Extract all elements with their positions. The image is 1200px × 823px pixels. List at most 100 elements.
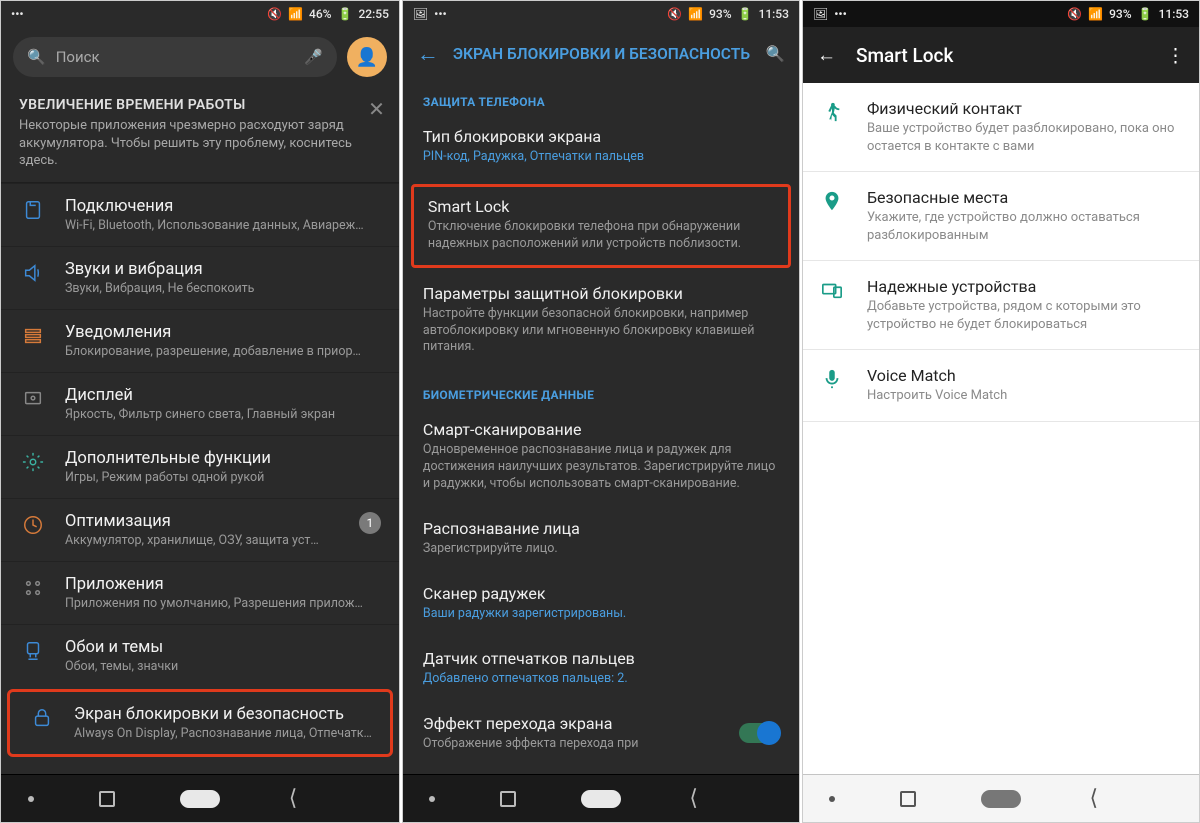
avatar[interactable]: 👤: [347, 37, 387, 77]
nav-recent-button[interactable]: [488, 789, 528, 809]
settings-row-sounds[interactable]: Звуки и вибрацияЗвуки, Вибрация, Не бесп…: [1, 246, 399, 309]
nav-recent-button[interactable]: [888, 789, 928, 809]
walk-icon: [821, 101, 845, 128]
screen-header: ← ЭКРАН БЛОКИРОВКИ И БЕЗОПАСНОСТЬ 🔍: [403, 27, 799, 77]
connections-icon: [19, 199, 47, 221]
header-title: Smart Lock: [856, 44, 1146, 67]
badge: 1: [359, 512, 381, 534]
themes-icon: [19, 640, 47, 662]
settings-row-connections[interactable]: ПодключенияWi-Fi, Bluetooth, Использован…: [1, 183, 399, 246]
nav-bar: ⟨: [403, 774, 799, 822]
battery-tip-card[interactable]: УВЕЛИЧЕНИЕ ВРЕМЕНИ РАБОТЫ Некоторые прил…: [1, 87, 399, 183]
battery-text: 93%: [1109, 7, 1131, 21]
notifications-icon: [19, 325, 47, 347]
clock: 22:55: [358, 7, 388, 21]
back-arrow-icon[interactable]: ←: [417, 41, 439, 67]
battery-icon: 🔋: [738, 7, 753, 21]
item-transition-effect[interactable]: Эффект перехода экрана Отображение эффек…: [403, 702, 799, 767]
security-list: ЗАЩИТА ТЕЛЕФОНА Тип блокировки экрана PI…: [403, 77, 799, 774]
header-title: ЭКРАН БЛОКИРОВКИ И БЕЗОПАСНОСТЬ: [453, 45, 752, 63]
nav-dot-icon: [28, 796, 34, 802]
mic-icon: [821, 368, 845, 395]
search-input[interactable]: 🔍 Поиск 🎤: [13, 37, 337, 77]
settings-list: ПодключенияWi-Fi, Bluetooth, Использован…: [1, 183, 399, 774]
more-icon: •••: [834, 7, 847, 21]
search-icon[interactable]: 🔍: [766, 45, 785, 63]
wifi-icon: 📶: [1088, 7, 1103, 21]
apps-icon: [19, 577, 47, 599]
item-smart-scan[interactable]: Смарт-сканирование Одновременное распозн…: [403, 408, 799, 507]
toggle-switch[interactable]: [739, 723, 779, 743]
devices-icon: [821, 279, 845, 306]
nav-back-button[interactable]: ⟨: [674, 789, 714, 809]
screen-header: ← Smart Lock ⋮: [803, 27, 1199, 83]
nav-dot-icon: [429, 796, 435, 802]
item-fingerprint[interactable]: Датчик отпечатков пальцев Добавлено отпе…: [403, 637, 799, 702]
nav-recent-button[interactable]: [87, 789, 127, 809]
nav-bar: ⟨: [1, 774, 399, 822]
optimization-icon: [19, 514, 47, 536]
item-voice-match[interactable]: Voice MatchНастроить Voice Match: [803, 350, 1199, 422]
wifi-icon: 📶: [688, 7, 703, 21]
clock: 11:53: [1159, 7, 1189, 21]
settings-row-themes[interactable]: Обои и темыОбои, темы, значки: [1, 624, 399, 687]
battery-text: 46%: [309, 7, 331, 21]
settings-row-display[interactable]: ДисплейЯркость, Фильтр синего света, Гла…: [1, 372, 399, 435]
nav-bar: ⟨: [803, 774, 1199, 822]
nav-home-button[interactable]: [981, 789, 1021, 809]
mic-icon[interactable]: 🎤: [304, 48, 323, 66]
phone-smart-lock: 🖼 ••• 🔇 📶 93% 🔋 11:53 ← Smart Lock ⋮ Физи…: [802, 0, 1200, 823]
more-icon: •••: [434, 7, 447, 21]
mute-icon: 🔇: [267, 7, 282, 21]
status-bar: ••• 🔇 📶 46% 🔋 22:55: [1, 1, 399, 27]
phone-settings-main: ••• 🔇 📶 46% 🔋 22:55 🔍 Поиск 🎤 👤 УВЕЛИЧЕН…: [0, 0, 400, 823]
nav-back-button[interactable]: ⟨: [273, 789, 313, 809]
item-trusted-places[interactable]: Безопасные местаУкажите, где устройство …: [803, 172, 1199, 261]
tip-body: Некоторые приложения чрезмерно расходуют…: [19, 117, 381, 170]
back-arrow-icon[interactable]: ←: [817, 43, 836, 67]
overflow-icon[interactable]: ⋮: [1166, 44, 1185, 67]
advanced-icon: [19, 451, 47, 473]
tip-title: УВЕЛИЧЕНИЕ ВРЕМЕНИ РАБОТЫ: [19, 97, 381, 113]
item-smart-lock[interactable]: Smart Lock Отключение блокировки телефон…: [411, 184, 791, 268]
nav-dot-icon: [829, 796, 835, 802]
nav-back-button[interactable]: ⟨: [1074, 789, 1114, 809]
item-trusted-devices[interactable]: Надежные устройстваДобавьте устройства, …: [803, 261, 1199, 350]
screenshot-icon: 🖼: [413, 7, 428, 21]
section-phone-protection: ЗАЩИТА ТЕЛЕФОНА: [403, 77, 799, 115]
display-icon: [19, 388, 47, 410]
lock-icon: [28, 707, 56, 729]
item-face-recognition[interactable]: Распознавание лица Зарегистрируйте лицо.: [403, 507, 799, 572]
screenshot-icon: 🖼: [813, 7, 828, 21]
search-icon: 🔍: [27, 48, 46, 66]
settings-row-apps[interactable]: ПриложенияПриложения по умолчанию, Разре…: [1, 561, 399, 624]
battery-icon: 🔋: [1138, 7, 1153, 21]
section-biometrics: БИОМЕТРИЧЕСКИЕ ДАННЫЕ: [403, 370, 799, 408]
search-row: 🔍 Поиск 🎤 👤: [1, 27, 399, 87]
status-bar: 🖼 ••• 🔇 📶 93% 🔋 11:53: [403, 1, 799, 27]
item-secure-lock-params[interactable]: Параметры защитной блокировки Настройте …: [403, 272, 799, 371]
smartlock-list: Физический контактВаше устройство будет …: [803, 83, 1199, 774]
settings-row-notifications[interactable]: УведомленияБлокирование, разрешение, доб…: [1, 309, 399, 372]
phone-lockscreen-settings: 🖼 ••• 🔇 📶 93% 🔋 11:53 ← ЭКРАН БЛОКИРОВКИ …: [402, 0, 800, 823]
nav-home-button[interactable]: [180, 789, 220, 809]
close-icon[interactable]: ✕: [368, 97, 385, 121]
settings-row-lockscreen[interactable]: Экран блокировки и безопасностьAlways On…: [7, 689, 393, 757]
battery-text: 93%: [709, 7, 731, 21]
settings-row-advanced[interactable]: Дополнительные функцииИгры, Режим работы…: [1, 435, 399, 498]
sound-icon: [19, 262, 47, 284]
search-placeholder: Поиск: [56, 48, 305, 66]
battery-icon: 🔋: [338, 7, 353, 21]
mute-icon: 🔇: [1067, 7, 1082, 21]
clock: 11:53: [759, 7, 789, 21]
item-on-body[interactable]: Физический контактВаше устройство будет …: [803, 83, 1199, 172]
settings-row-optimization[interactable]: ОптимизацияАккумулятор, хранилище, ОЗУ, …: [1, 498, 399, 561]
item-iris-scanner[interactable]: Сканер радужек Ваши радужки зарегистриро…: [403, 572, 799, 637]
more-icon: •••: [11, 7, 24, 21]
wifi-icon: 📶: [288, 7, 303, 21]
status-bar: 🖼 ••• 🔇 📶 93% 🔋 11:53: [803, 1, 1199, 27]
place-icon: [821, 190, 845, 217]
nav-home-button[interactable]: [581, 789, 621, 809]
item-lock-type[interactable]: Тип блокировки экрана PIN-код, Радужка, …: [403, 115, 799, 180]
mute-icon: 🔇: [667, 7, 682, 21]
